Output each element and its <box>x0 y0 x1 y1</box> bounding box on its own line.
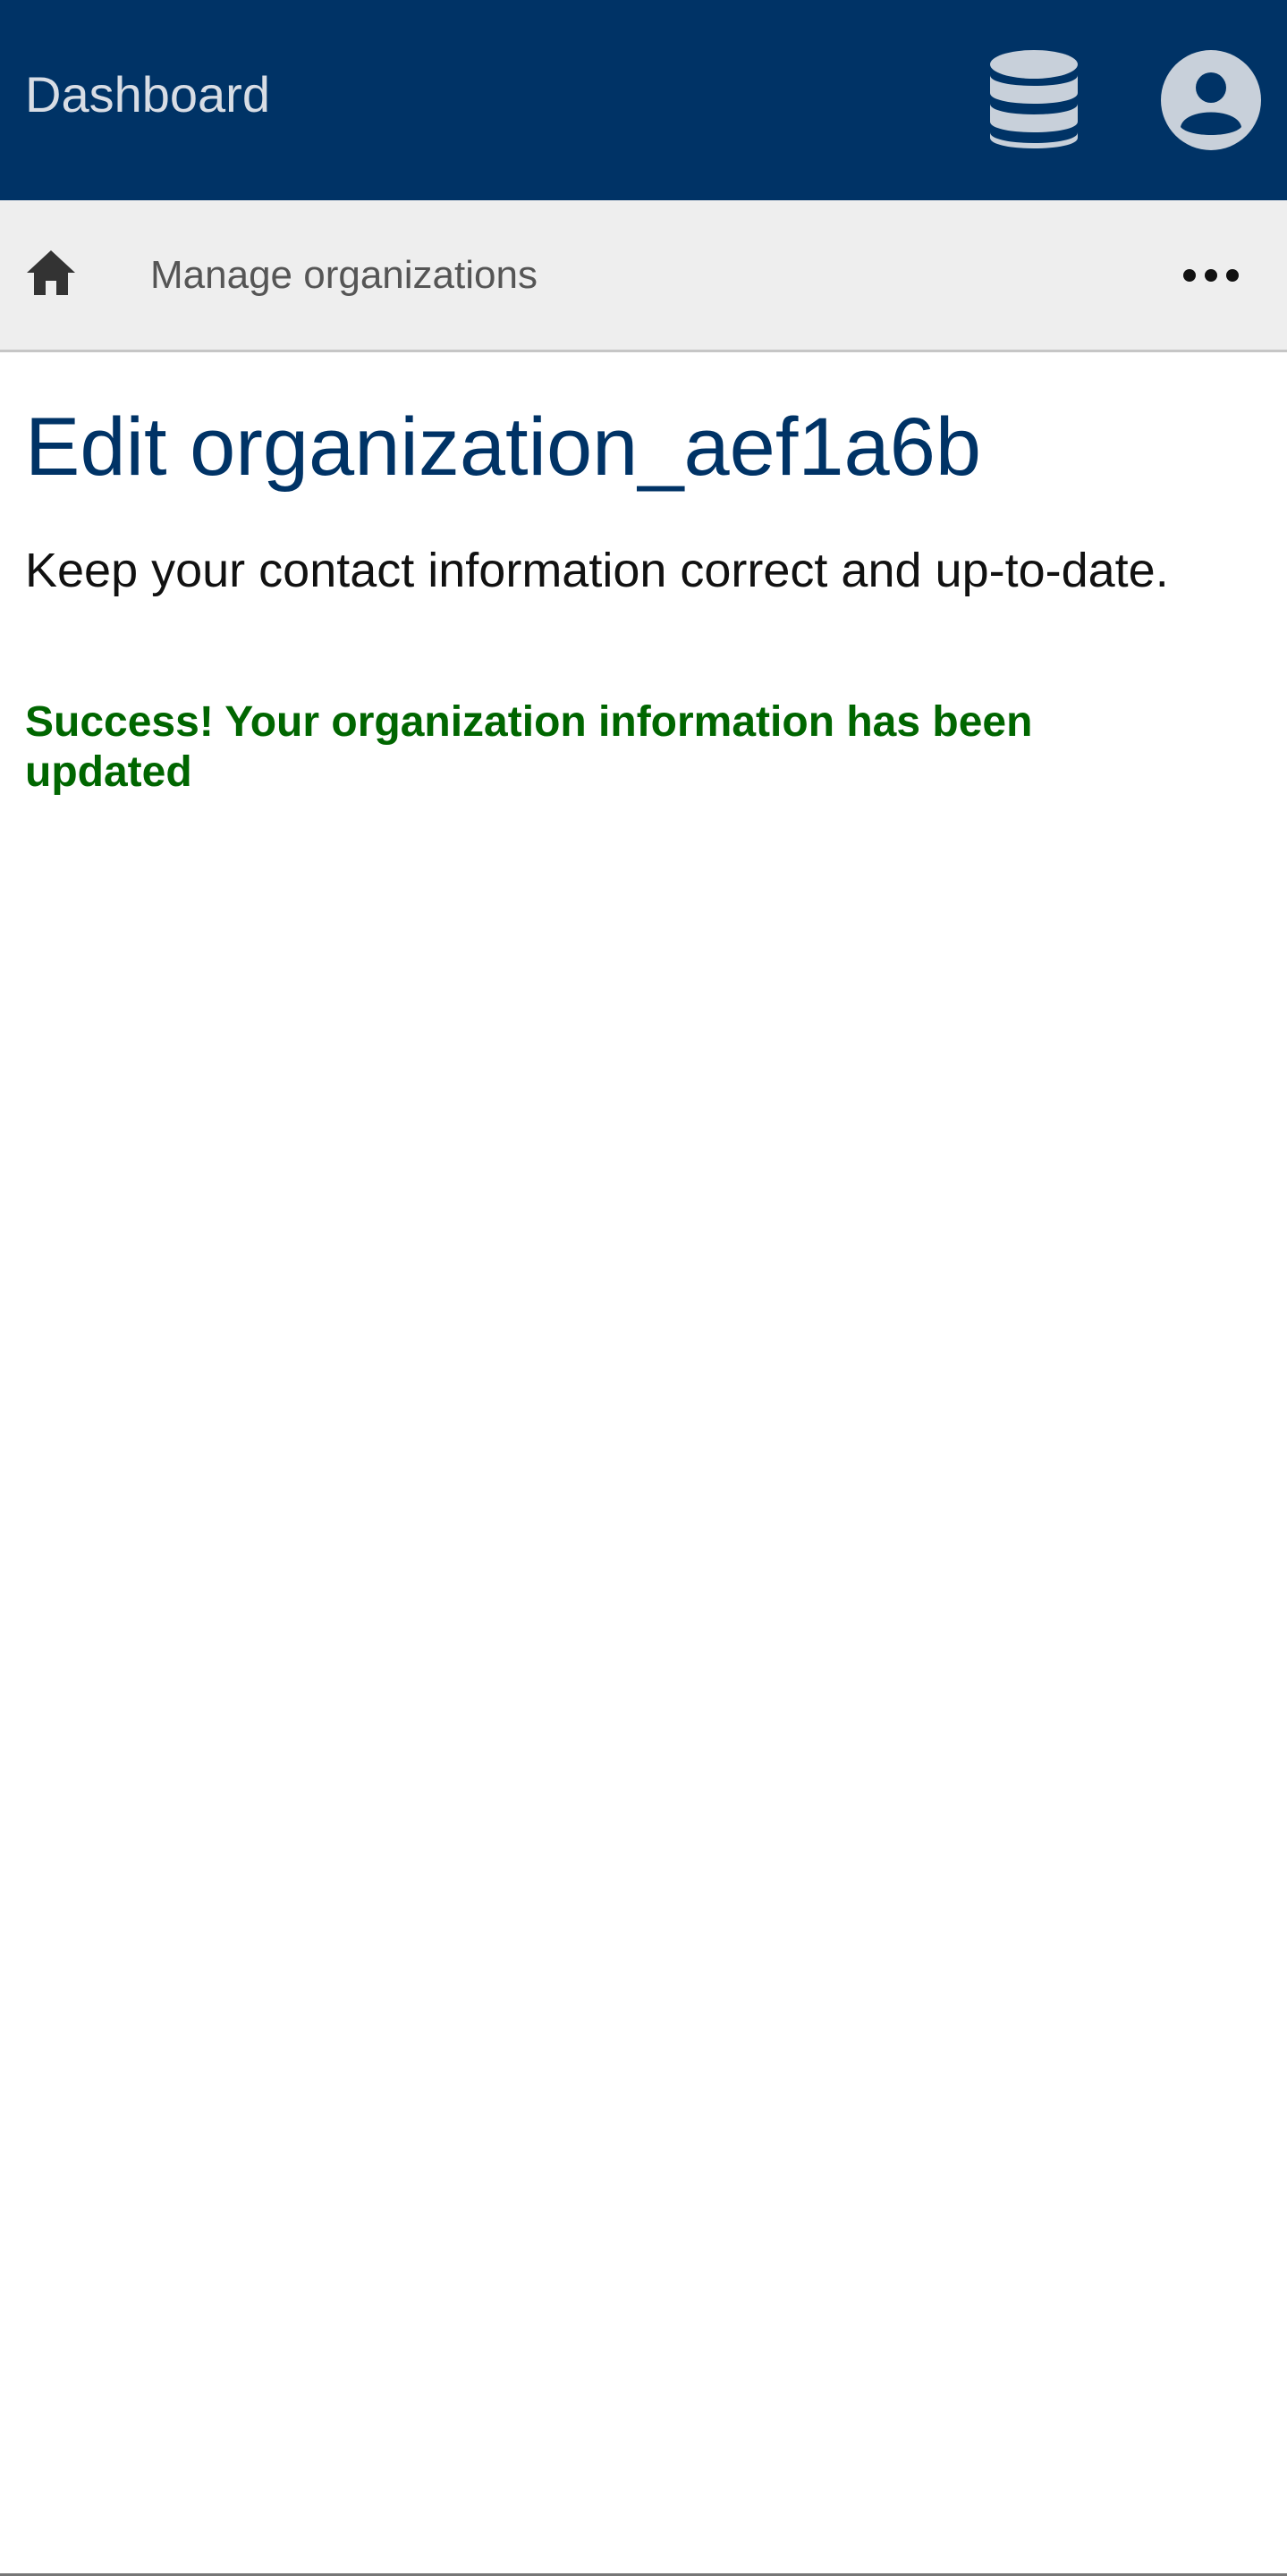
home-button[interactable] <box>23 245 79 300</box>
user-circle-icon <box>1161 50 1261 150</box>
breadcrumb: Manage organizations <box>0 200 1287 352</box>
top-navigation-bar: Dashboard <box>0 0 1287 200</box>
user-account-button[interactable] <box>1159 48 1263 152</box>
home-icon <box>27 250 75 295</box>
dashboard-link[interactable]: Dashboard <box>25 64 270 125</box>
success-message: Success! Your organization information h… <box>25 698 1033 796</box>
more-options-button[interactable] <box>1177 250 1245 300</box>
database-icon <box>990 50 1078 148</box>
page-title: Edit organization_aef1a6b <box>25 401 982 493</box>
page-description: Keep your contact information correct an… <box>25 544 1169 597</box>
breadcrumb-manage-organizations[interactable]: Manage organizations <box>150 250 538 300</box>
database-button[interactable] <box>987 48 1080 152</box>
more-horizontal-icon <box>1183 269 1239 282</box>
